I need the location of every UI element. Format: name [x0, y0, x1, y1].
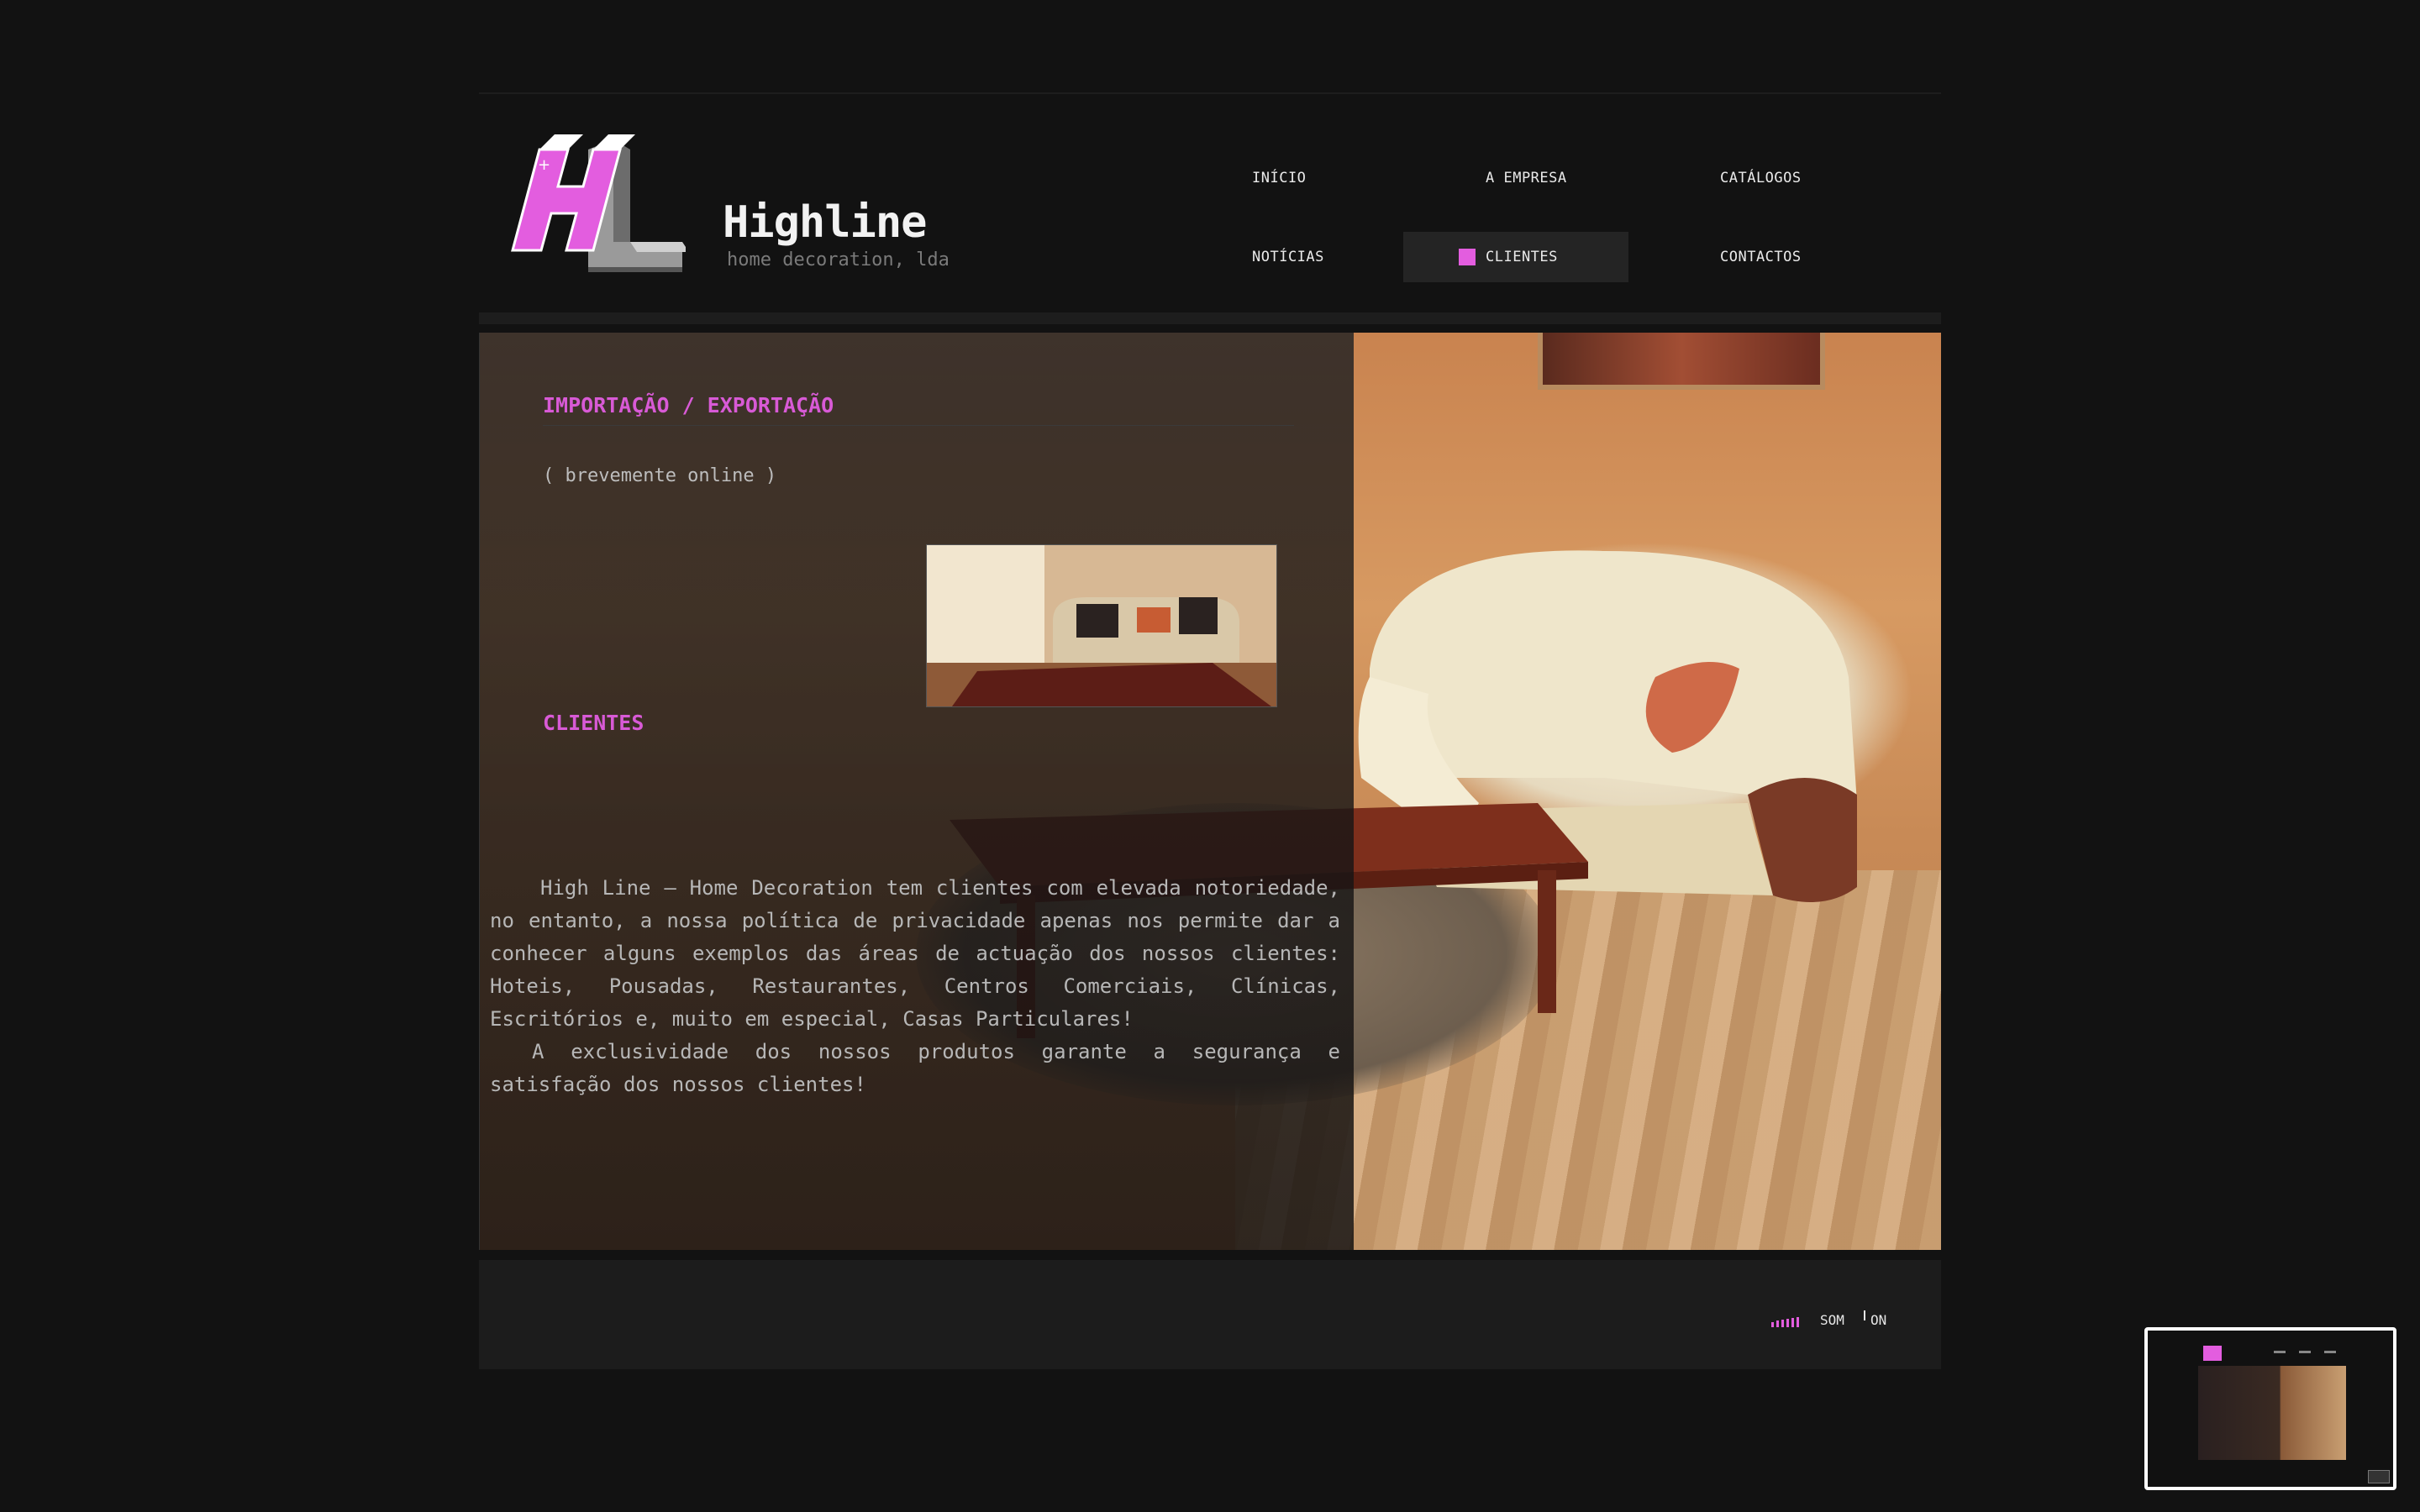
nav-label: A Empresa	[1486, 170, 1567, 186]
preview-logo	[2203, 1346, 2222, 1361]
section-title-import-export: Importação / Exportação	[543, 393, 834, 417]
preview-control[interactable]	[2368, 1470, 2390, 1483]
brand-name: Highline	[723, 197, 927, 248]
preview-nav	[2324, 1351, 2336, 1353]
coming-soon-text: ( brevemente online )	[543, 465, 777, 486]
site-frame: + Highline home decoration, lda Início A…	[479, 92, 1941, 1369]
nav-item-inicio[interactable]: Início	[1252, 153, 1477, 203]
hero-image: Importação / Exportação ( brevemente onl…	[479, 333, 1941, 1250]
nav-label: Catálogos	[1720, 170, 1802, 186]
content-panel: Importação / Exportação ( brevemente onl…	[479, 333, 1354, 1250]
top-divider	[479, 92, 1941, 94]
clients-paragraph-1: High Line – Home Decoration tem clientes…	[490, 876, 1340, 1031]
footer-bar: SOM ON	[479, 1260, 1941, 1369]
nav-item-clientes[interactable]: Clientes	[1403, 232, 1628, 282]
svg-text:+: +	[538, 156, 550, 174]
preview-hero	[2198, 1366, 2346, 1460]
clients-description: High Line – Home Decoration tem clientes…	[490, 872, 1340, 1101]
nav-item-contactos[interactable]: Contactos	[1720, 232, 1945, 282]
logo-hl-icon[interactable]: +	[496, 116, 686, 272]
brand-tagline: home decoration, lda	[727, 249, 950, 270]
nav-label: Início	[1252, 170, 1307, 186]
nav-label: Clientes	[1486, 249, 1558, 265]
header-bar	[479, 312, 1941, 324]
nav-item-a-empresa[interactable]: A Empresa	[1486, 153, 1711, 203]
wall-painting	[1538, 333, 1825, 390]
page-preview-thumbnail[interactable]	[2144, 1327, 2396, 1490]
sound-toggle-tick	[1864, 1310, 1865, 1320]
nav-item-catalogos[interactable]: Catálogos	[1720, 153, 1945, 203]
nav-marker-icon	[1459, 249, 1476, 265]
clients-paragraph-2: A exclusividade dos nossos produtos gara…	[490, 1040, 1340, 1096]
sofa-thumbnail[interactable]	[926, 544, 1277, 707]
nav-label: Contactos	[1720, 249, 1802, 265]
section-title-clientes: Clientes	[543, 711, 644, 735]
preview-nav	[2299, 1351, 2311, 1353]
sound-label[interactable]: SOM	[1820, 1312, 1844, 1328]
sound-toggle[interactable]: ON	[1870, 1312, 1886, 1328]
preview-nav	[2274, 1351, 2286, 1353]
sound-bars-icon[interactable]	[1771, 1315, 1802, 1327]
nav-label: Notícias	[1252, 249, 1324, 265]
section-divider	[543, 425, 1294, 426]
